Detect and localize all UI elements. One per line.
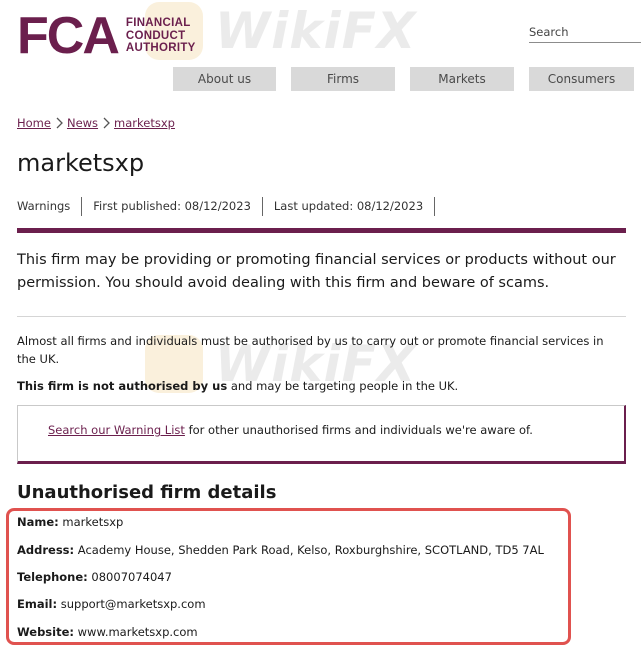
section-divider [17, 228, 626, 233]
chevron-right-icon [52, 116, 66, 130]
chevron-right-icon [99, 116, 113, 130]
detail-website: Website: www.marketsxp.com [17, 625, 198, 639]
search-field[interactable] [529, 21, 641, 43]
warning-list-link[interactable]: Search our Warning List [48, 423, 185, 437]
nav-firms[interactable]: Firms [291, 67, 395, 91]
meta-last-updated: Last updated: 08/12/2023 [274, 197, 436, 216]
authorisation-note: Almost all firms and individuals must be… [17, 334, 604, 366]
fca-logo[interactable]: FCA FINANCIAL CONDUCT AUTHORITY [17, 7, 196, 65]
divider [17, 316, 626, 317]
fca-logo-mark: FCA [17, 7, 120, 65]
meta-first-published: First published: 08/12/2023 [93, 197, 263, 216]
page-title: marketsxp [17, 149, 145, 177]
detail-telephone: Telephone: 08007074047 [17, 570, 172, 584]
publication-meta: Warnings First published: 08/12/2023 Las… [17, 197, 436, 216]
not-authorised-note: This firm is not authorised by us and ma… [17, 379, 459, 393]
nav-about-us[interactable]: About us [173, 67, 276, 91]
detail-email: Email: support@marketsxp.com [17, 597, 206, 611]
search-input[interactable] [529, 23, 641, 41]
warning-intro: This firm may be providing or promoting … [17, 252, 616, 291]
detail-address: Address: Academy House, Shedden Park Roa… [17, 543, 544, 557]
nav-consumers[interactable]: Consumers [529, 67, 634, 91]
meta-category: Warnings [17, 197, 83, 216]
fca-logo-wordmark: FINANCIAL CONDUCT AUTHORITY [125, 17, 196, 54]
breadcrumb-home[interactable]: Home [17, 116, 51, 130]
breadcrumb-news[interactable]: News [67, 116, 98, 130]
breadcrumb-current[interactable]: marketsxp [114, 116, 175, 130]
warning-list-callout: Search our Warning List for other unauth… [17, 405, 626, 464]
nav-markets[interactable]: Markets [410, 67, 514, 91]
firm-details-heading: Unauthorised firm details [17, 482, 277, 503]
detail-name: Name: marketsxp [17, 515, 124, 529]
breadcrumb: Home News marketsxp [17, 116, 175, 130]
